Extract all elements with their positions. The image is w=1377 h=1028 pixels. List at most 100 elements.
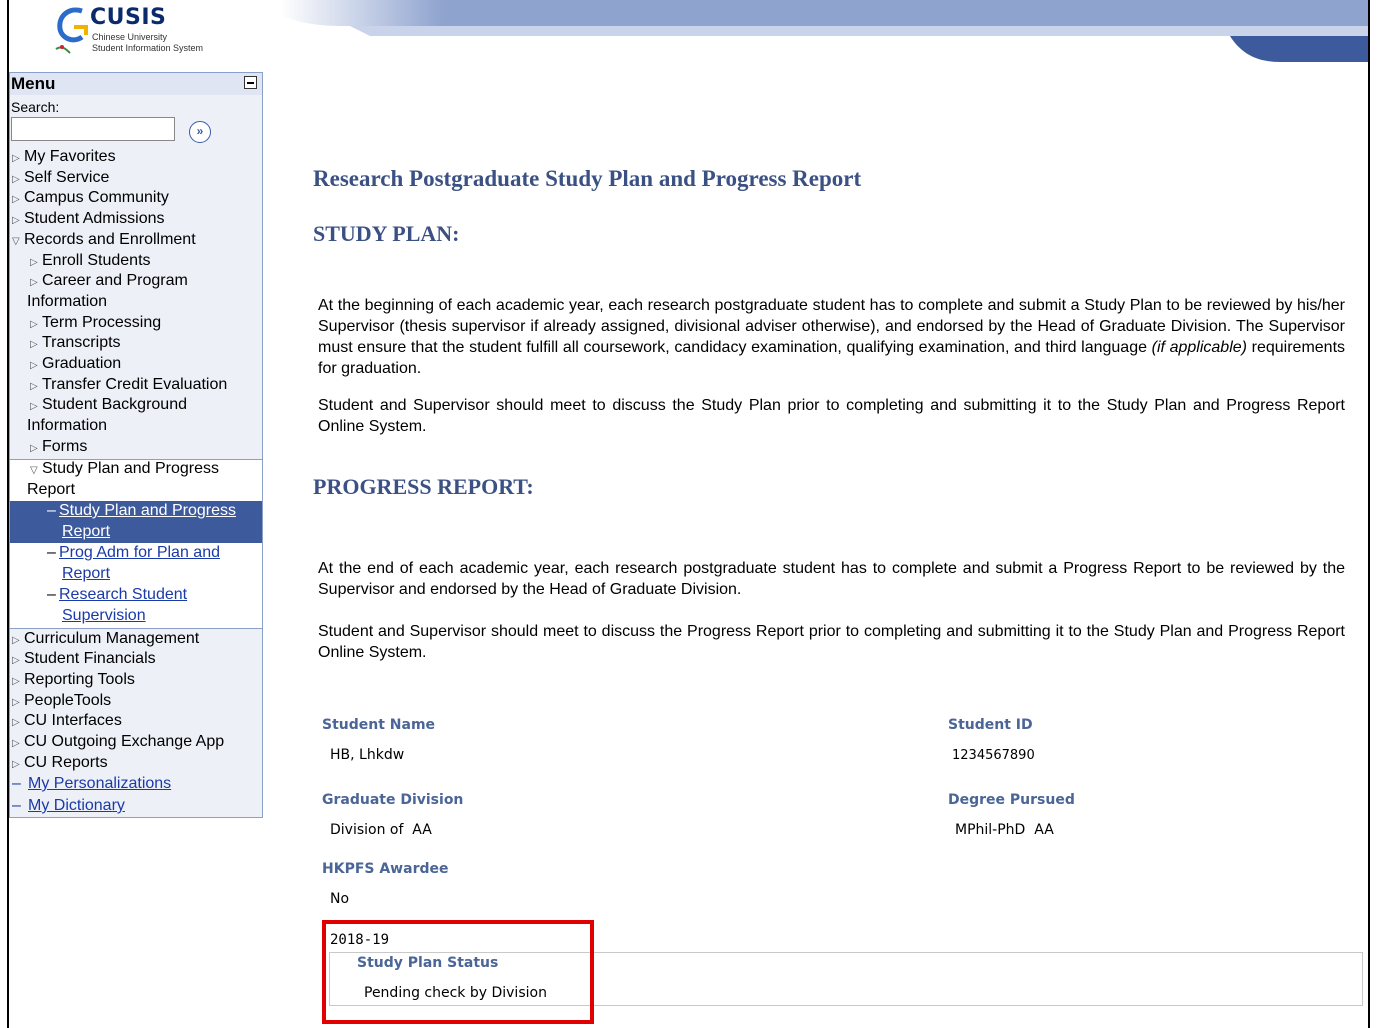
study-plan-heading: STUDY PLAN: bbox=[313, 221, 460, 246]
collapsed-arrow-icon: ▷ bbox=[12, 153, 20, 164]
logo-title: CUSIS bbox=[90, 5, 167, 30]
menu-item-label: My Dictionary bbox=[28, 797, 125, 814]
page-title: Research Postgraduate Study Plan and Pro… bbox=[313, 166, 862, 191]
menu-item-peopletools[interactable]: ▷ PeopleTools bbox=[12, 691, 111, 713]
bullet-dash: – bbox=[47, 586, 56, 603]
expanded-arrow-icon: ▽ bbox=[12, 236, 20, 247]
menu-item-prog-adm-wrap[interactable]: Report bbox=[62, 564, 110, 584]
menu-item-student-background[interactable]: ▷ Student Background bbox=[30, 395, 187, 417]
menu-item-study-plan-folder-wrap[interactable]: Report bbox=[27, 480, 75, 500]
menu-item-label: Student Financials bbox=[24, 650, 156, 667]
progress-report-paragraph-1: At the end of each academic year, each r… bbox=[318, 560, 1345, 598]
menu-item-career-program-wrap[interactable]: Information bbox=[27, 292, 107, 312]
expanded-arrow-icon: ▽ bbox=[30, 465, 38, 476]
menu-item-student-admissions[interactable]: ▷ Student Admissions bbox=[12, 209, 165, 231]
menu-item-label: Career and Program bbox=[42, 272, 188, 289]
student-id-label: Student ID bbox=[948, 717, 1033, 733]
menu-item-label: Enroll Students bbox=[42, 252, 151, 269]
collapsed-arrow-icon: ▷ bbox=[12, 717, 20, 728]
collapsed-arrow-icon: ▷ bbox=[12, 215, 20, 226]
collapsed-arrow-icon: ▷ bbox=[30, 277, 38, 288]
menu-item-cu-interfaces[interactable]: ▷ CU Interfaces bbox=[12, 711, 122, 733]
menu-item-label: My Favorites bbox=[24, 148, 116, 165]
menu-item-transcripts[interactable]: ▷ Transcripts bbox=[30, 333, 121, 355]
hkpfs-awardee-label: HKPFS Awardee bbox=[322, 861, 449, 877]
menu-item-label: My Personalizations bbox=[28, 775, 172, 792]
graduate-division-label: Graduate Division bbox=[322, 792, 464, 808]
menu-item-transfer-credit[interactable]: ▷ Transfer Credit Evaluation bbox=[30, 375, 227, 397]
menu-item-forms[interactable]: ▷ Forms bbox=[30, 437, 87, 459]
menu-item-label: Student Background bbox=[42, 396, 187, 413]
menu-item-student-financials[interactable]: ▷ Student Financials bbox=[12, 649, 156, 671]
menu-item-label: Report bbox=[62, 523, 111, 540]
menu-item-student-background-wrap[interactable]: Information bbox=[27, 416, 107, 436]
menu-item-records-enrollment[interactable]: ▽ Records and Enrollment bbox=[12, 230, 196, 252]
collapsed-arrow-icon: ▷ bbox=[12, 174, 20, 185]
collapsed-arrow-icon: ▷ bbox=[12, 738, 20, 749]
menu-item-curriculum-management[interactable]: ▷ Curriculum Management bbox=[12, 629, 199, 651]
menu-item-study-plan-folder[interactable]: ▽ Study Plan and Progress bbox=[30, 459, 219, 481]
collapsed-arrow-icon: ▷ bbox=[30, 360, 38, 371]
collapsed-arrow-icon: ▷ bbox=[30, 401, 38, 412]
bullet-dash: – bbox=[47, 502, 56, 519]
collapsed-arrow-icon: ▷ bbox=[12, 194, 20, 205]
menu-item-label: Report bbox=[62, 565, 111, 582]
menu-header: Menu bbox=[10, 73, 262, 95]
header-banner bbox=[280, 0, 1368, 62]
navigation-menu: Menu Search: » ▷ My Favorites ▷ Self Servi… bbox=[9, 72, 263, 818]
collapsed-arrow-icon: ▷ bbox=[12, 676, 20, 687]
menu-item-self-service[interactable]: ▷ Self Service bbox=[12, 168, 109, 190]
menu-item-label: Forms bbox=[42, 438, 88, 455]
menu-item-label: Curriculum Management bbox=[24, 630, 200, 647]
search-label: Search: bbox=[11, 99, 60, 115]
menu-item-study-plan-report-selected[interactable]: – Study Plan and Progress bbox=[47, 501, 236, 521]
menu-item-label: Records and Enrollment bbox=[24, 231, 196, 248]
cusis-logo-icon bbox=[55, 7, 88, 54]
bullet-dash: – bbox=[12, 775, 21, 792]
student-name-label: Student Name bbox=[322, 717, 436, 733]
progress-report-paragraph-2: Student and Supervisor should meet to di… bbox=[318, 623, 1345, 661]
collapsed-arrow-icon: ▷ bbox=[30, 319, 38, 330]
menu-item-my-dictionary[interactable]: – My Dictionary bbox=[12, 796, 125, 816]
collapsed-arrow-icon: ▷ bbox=[12, 655, 20, 666]
menu-item-prog-adm[interactable]: – Prog Adm for Plan and bbox=[47, 543, 220, 563]
menu-item-label: Reporting Tools bbox=[24, 671, 135, 688]
menu-item-label: Campus Community bbox=[24, 189, 169, 206]
menu-item-label: PeopleTools bbox=[24, 692, 112, 709]
bullet-dash: – bbox=[12, 797, 21, 814]
menu-item-my-favorites[interactable]: ▷ My Favorites bbox=[12, 147, 116, 169]
search-go-icon[interactable]: » bbox=[189, 121, 211, 143]
student-id-value: 1234567890 bbox=[952, 748, 1035, 763]
menu-item-reporting-tools[interactable]: ▷ Reporting Tools bbox=[12, 670, 135, 692]
degree-pursued-value: MPhil-PhD AA bbox=[955, 822, 1054, 838]
menu-item-label: Transfer Credit Evaluation bbox=[42, 376, 228, 393]
menu-item-campus-community[interactable]: ▷ Campus Community bbox=[12, 188, 169, 210]
menu-item-label: CU Interfaces bbox=[24, 712, 122, 729]
menu-item-label: Research Student bbox=[59, 586, 188, 603]
menu-item-career-program[interactable]: ▷ Career and Program bbox=[30, 271, 188, 293]
menu-item-label: Supervision bbox=[62, 607, 146, 624]
menu-item-cu-reports[interactable]: ▷ CU Reports bbox=[12, 753, 108, 775]
menu-item-label: Prog Adm for Plan and bbox=[59, 544, 220, 561]
menu-item-label: Study Plan and Progress bbox=[42, 460, 219, 477]
menu-collapse-icon[interactable] bbox=[244, 76, 257, 89]
menu-item-label: CU Outgoing Exchange App bbox=[24, 733, 225, 750]
menu-item-label: Term Processing bbox=[42, 314, 162, 331]
menu-item-research-supervision-wrap[interactable]: Supervision bbox=[62, 606, 146, 626]
student-name-value: HB, Lhkdw bbox=[330, 747, 405, 763]
hkpfs-awardee-value: No bbox=[330, 891, 350, 907]
collapsed-arrow-icon: ▷ bbox=[12, 759, 20, 770]
menu-item-graduation[interactable]: ▷ Graduation bbox=[30, 354, 121, 376]
menu-item-my-personalizations[interactable]: – My Personalizations bbox=[12, 774, 171, 794]
search-input[interactable] bbox=[11, 117, 175, 141]
menu-item-study-plan-report-selected-wrap[interactable]: Report bbox=[62, 522, 110, 542]
menu-item-term-processing[interactable]: ▷ Term Processing bbox=[30, 313, 161, 335]
menu-item-research-supervision[interactable]: – Research Student bbox=[47, 585, 187, 605]
graduate-division-value: Division of AA bbox=[330, 822, 432, 838]
collapsed-arrow-icon: ▷ bbox=[30, 381, 38, 392]
logo-subtitle-2: Student Information System bbox=[92, 43, 204, 53]
menu-item-cu-outgoing-exchange[interactable]: ▷ CU Outgoing Exchange App bbox=[12, 732, 224, 754]
menu-item-enroll-students[interactable]: ▷ Enroll Students bbox=[30, 251, 151, 273]
cusis-logo[interactable]: CUSIS Chinese University Student Informa… bbox=[52, 5, 252, 61]
menu-item-label: Graduation bbox=[42, 355, 122, 372]
